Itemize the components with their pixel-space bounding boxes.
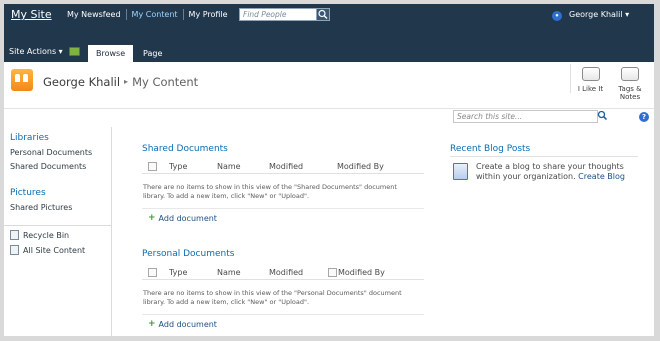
site-search-button[interactable] <box>597 110 609 123</box>
breadcrumb-separator: ▸ <box>124 77 129 86</box>
find-people-button[interactable] <box>316 8 330 21</box>
add-icon: + <box>148 319 156 329</box>
nav-item-shared-pictures[interactable]: Shared Pictures <box>4 203 111 212</box>
find-people-input[interactable]: Find People <box>239 8 317 21</box>
user-menu[interactable]: George Khalil ▾ <box>569 10 629 19</box>
shared-documents-title[interactable]: Shared Documents <box>142 144 228 154</box>
nav-item-shared-documents[interactable]: Shared Documents <box>4 162 111 171</box>
main-content: Shared Documents Type Name Modified Modi… <box>112 127 654 336</box>
notes-label: Notes <box>619 93 641 101</box>
column-name[interactable]: Name <box>217 268 241 277</box>
column-modified-by[interactable]: Modified By <box>338 268 385 277</box>
blog-divider <box>450 156 638 157</box>
shared-empty-message: There are no items to show in this view … <box>143 183 428 201</box>
column-modified[interactable]: Modified <box>269 162 303 171</box>
personal-add-document-label: Add document <box>158 319 217 329</box>
tab-page[interactable]: Page <box>135 45 170 62</box>
top-bar: My Site My Newsfeed My Content My Profil… <box>4 4 654 62</box>
i-like-it-button[interactable]: I Like It <box>570 64 610 93</box>
title-area: George Khalil ▸ My Content I Like It Tag… <box>4 62 654 123</box>
site-search-input[interactable]: Search this site... <box>453 110 598 123</box>
nav-item-personal-documents[interactable]: Personal Documents <box>4 148 111 157</box>
column-type[interactable]: Type <box>169 162 187 171</box>
top-nav: My Newsfeed My Content My Profile <box>62 9 233 20</box>
shared-documents-header: Type Name Modified Modified By <box>142 160 424 174</box>
site-actions-menu[interactable]: Site Actions ▾ <box>9 47 63 56</box>
column-modified[interactable]: Modified <box>269 268 303 277</box>
shared-empty-line-1: There are no items to show in this view … <box>143 183 397 191</box>
column-type[interactable]: Type <box>169 268 187 277</box>
nav-my-content[interactable]: My Content <box>125 9 183 20</box>
personal-documents-title[interactable]: Personal Documents <box>142 249 234 259</box>
shared-empty-line-2: library. To add a new item, click "New" … <box>143 192 310 200</box>
tab-browse[interactable]: Browse <box>88 45 134 62</box>
blog-message: Create a blog to share your thoughts wit… <box>476 162 641 182</box>
nav-divider <box>4 225 111 226</box>
nav-my-profile[interactable]: My Profile <box>182 9 233 20</box>
user-status-icon: • <box>552 11 562 21</box>
all-site-content-label: All Site Content <box>23 245 86 255</box>
shared-add-document[interactable]: + Add document <box>148 213 217 223</box>
personal-add-document[interactable]: + Add document <box>148 319 217 329</box>
left-navigation: Libraries Personal Documents Shared Docu… <box>4 127 112 336</box>
help-icon[interactable]: ? <box>639 112 649 122</box>
column-modified-by[interactable]: Modified By <box>337 162 384 171</box>
search-icon <box>597 110 608 121</box>
page-frame: My Site My Newsfeed My Content My Profil… <box>4 4 654 336</box>
personal-empty-message: There are no items to show in this view … <box>143 289 428 307</box>
search-icon <box>318 9 328 20</box>
personal-divider <box>142 314 424 315</box>
nav-heading-libraries[interactable]: Libraries <box>4 133 111 143</box>
nav-item-all-site-content[interactable]: All Site Content <box>4 245 111 255</box>
breadcrumb-owner[interactable]: George Khalil <box>43 75 120 89</box>
column-attachment-icon <box>328 268 337 277</box>
tag-icon <box>621 67 639 81</box>
personal-empty-line-2: library. To add a new item, click "New" … <box>143 298 310 306</box>
i-like-it-label: I Like It <box>577 85 604 93</box>
shared-divider <box>142 208 424 209</box>
site-logo-icon <box>11 69 33 91</box>
recycle-bin-label: Recycle Bin <box>23 230 70 240</box>
select-all-checkbox[interactable] <box>148 162 157 171</box>
recent-blog-posts-title: Recent Blog Posts <box>450 144 531 154</box>
shared-add-document-label: Add document <box>158 213 217 223</box>
nav-heading-pictures[interactable]: Pictures <box>4 188 111 198</box>
recycle-bin-icon <box>10 230 19 240</box>
nav-my-newsfeed[interactable]: My Newsfeed <box>62 9 126 20</box>
create-blog-link[interactable]: Create Blog <box>578 172 625 181</box>
navigate-up-icon[interactable] <box>69 47 80 56</box>
page-title: My Content <box>132 75 199 89</box>
personal-empty-line-1: There are no items to show in this view … <box>143 289 402 297</box>
my-site-link[interactable]: My Site <box>11 8 52 21</box>
breadcrumb: George Khalil ▸ My Content <box>43 75 198 89</box>
tags-label: Tags & <box>618 85 642 93</box>
select-all-checkbox[interactable] <box>148 268 157 277</box>
tags-notes-button[interactable]: Tags & Notes <box>610 64 650 101</box>
personal-documents-header: Type Name Modified Modified By <box>142 266 424 280</box>
blog-icon <box>453 163 468 180</box>
add-icon: + <box>148 213 156 223</box>
thumbs-up-icon <box>581 67 600 81</box>
nav-item-recycle-bin[interactable]: Recycle Bin <box>4 230 111 240</box>
column-name[interactable]: Name <box>217 162 241 171</box>
site-content-icon <box>10 245 19 255</box>
